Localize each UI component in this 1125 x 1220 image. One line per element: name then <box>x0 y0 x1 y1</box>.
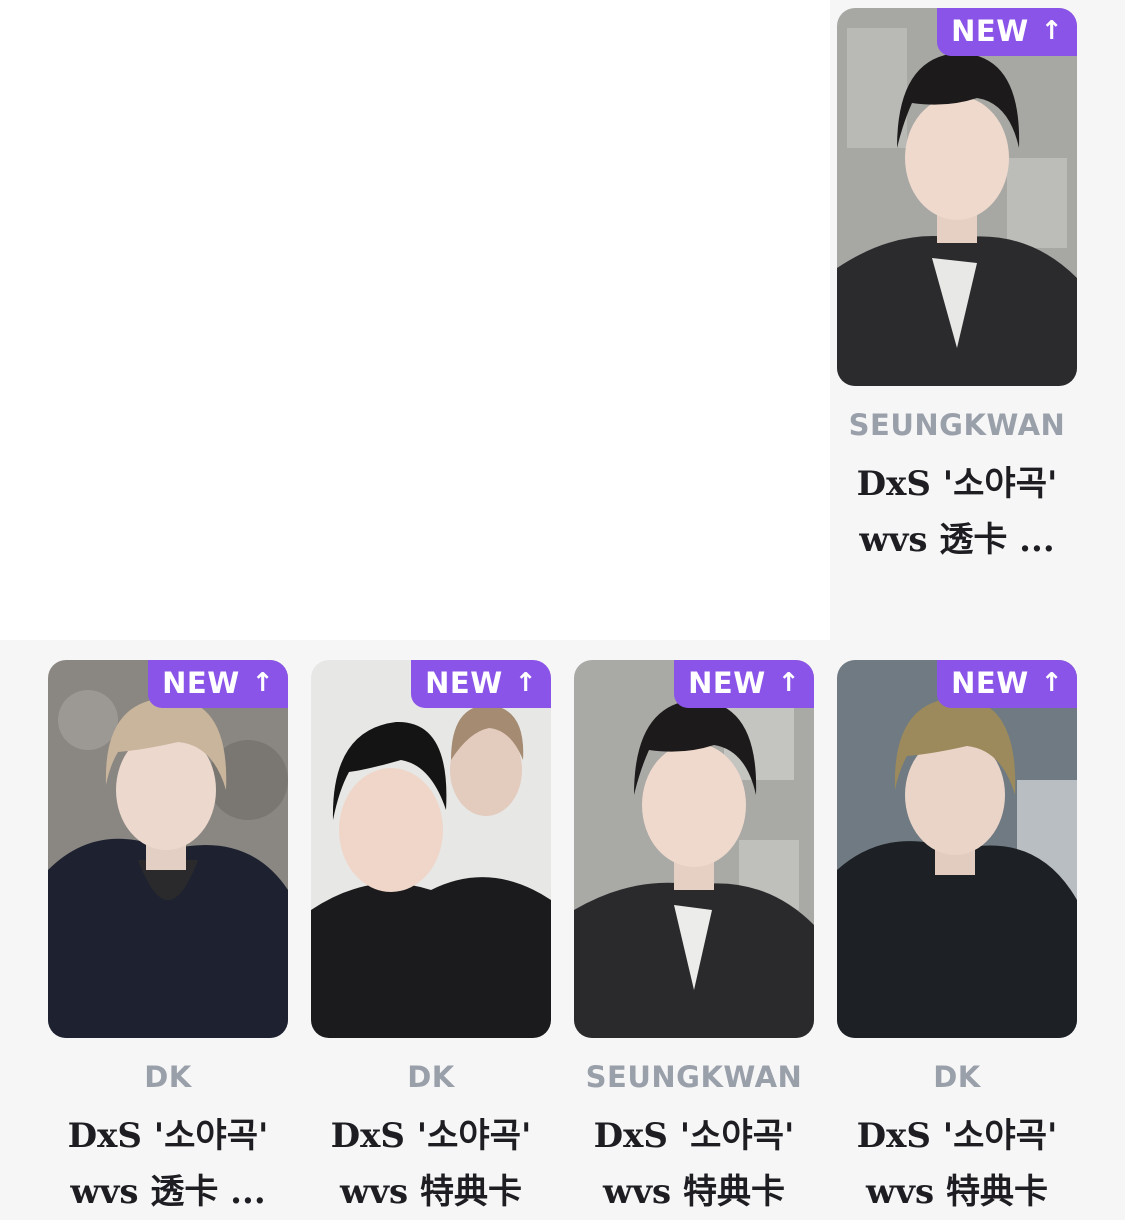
portrait-image <box>311 660 551 1038</box>
photocard-image[interactable]: NEW ↑ <box>574 660 814 1038</box>
portrait-image <box>837 8 1077 386</box>
product-title-line2: wvs 特典卡 <box>602 1172 785 1212</box>
new-badge: NEW ↑ <box>411 660 551 708</box>
product-title-line1: DxS '소야곡' <box>330 1116 532 1156</box>
photocard-item[interactable]: NEW ↑ SEUNGKWAN DxS '소야곡' wvs 特典卡 <box>574 660 814 1220</box>
product-title-line1: DxS '소야곡' <box>67 1116 269 1156</box>
artist-name: SEUNGKWAN <box>848 408 1066 442</box>
product-title-line2: wvs 特典卡 <box>865 1172 1048 1212</box>
product-title-line1: DxS '소야곡' <box>593 1116 795 1156</box>
erased-area <box>0 0 830 640</box>
photocard-item[interactable]: NEW ↑ SEUNGKWAN DxS '소야곡' wvs 透卡 ... <box>837 8 1077 568</box>
product-title[interactable]: DxS '소야곡' wvs 透卡 ... <box>48 1108 288 1220</box>
new-badge-label: NEW <box>688 666 766 700</box>
new-badge: NEW ↑ <box>674 660 814 708</box>
product-title-line1: DxS '소야곡' <box>856 464 1058 504</box>
portrait-image <box>574 660 814 1038</box>
product-title-line2: wvs 特典卡 <box>339 1172 522 1212</box>
product-title[interactable]: DxS '소야곡' wvs 特典卡 <box>837 1108 1077 1220</box>
product-title[interactable]: DxS '소야곡' wvs 特典卡 <box>574 1108 814 1220</box>
product-title[interactable]: DxS '소야곡' wvs 透卡 ... <box>837 456 1077 568</box>
new-badge-label: NEW <box>951 666 1029 700</box>
portrait-image <box>837 660 1077 1038</box>
photocard-item[interactable]: NEW ↑ DK DxS '소야곡' wvs 透卡 ... <box>48 660 288 1220</box>
portrait-image <box>48 660 288 1038</box>
photocard-image[interactable]: NEW ↑ <box>311 660 551 1038</box>
artist-name: SEUNGKWAN <box>585 1060 803 1094</box>
arrow-up-icon: ↑ <box>1040 16 1063 46</box>
new-badge-label: NEW <box>162 666 240 700</box>
arrow-up-icon: ↑ <box>777 668 800 698</box>
arrow-up-icon: ↑ <box>251 668 274 698</box>
artist-name: DK <box>933 1060 981 1094</box>
product-title[interactable]: DxS '소야곡' wvs 特典卡 <box>311 1108 551 1220</box>
artist-name: DK <box>144 1060 192 1094</box>
new-badge-label: NEW <box>951 14 1029 48</box>
arrow-up-icon: ↑ <box>1040 668 1063 698</box>
new-badge: NEW ↑ <box>148 660 288 708</box>
artist-name: DK <box>407 1060 455 1094</box>
photocard-item[interactable]: NEW ↑ DK DxS '소야곡' wvs 特典卡 <box>311 660 551 1220</box>
arrow-up-icon: ↑ <box>514 668 537 698</box>
photocard-image[interactable]: NEW ↑ <box>48 660 288 1038</box>
photocard-image[interactable]: NEW ↑ <box>837 8 1077 386</box>
new-badge-label: NEW <box>425 666 503 700</box>
photocard-image[interactable]: NEW ↑ <box>837 660 1077 1038</box>
photocard-item[interactable]: NEW ↑ DK DxS '소야곡' wvs 特典卡 <box>837 660 1077 1220</box>
new-badge: NEW ↑ <box>937 660 1077 708</box>
product-title-line2: wvs 透卡 ... <box>70 1172 266 1212</box>
new-badge: NEW ↑ <box>937 8 1077 56</box>
product-title-line2: wvs 透卡 ... <box>859 520 1055 560</box>
product-title-line1: DxS '소야곡' <box>856 1116 1058 1156</box>
